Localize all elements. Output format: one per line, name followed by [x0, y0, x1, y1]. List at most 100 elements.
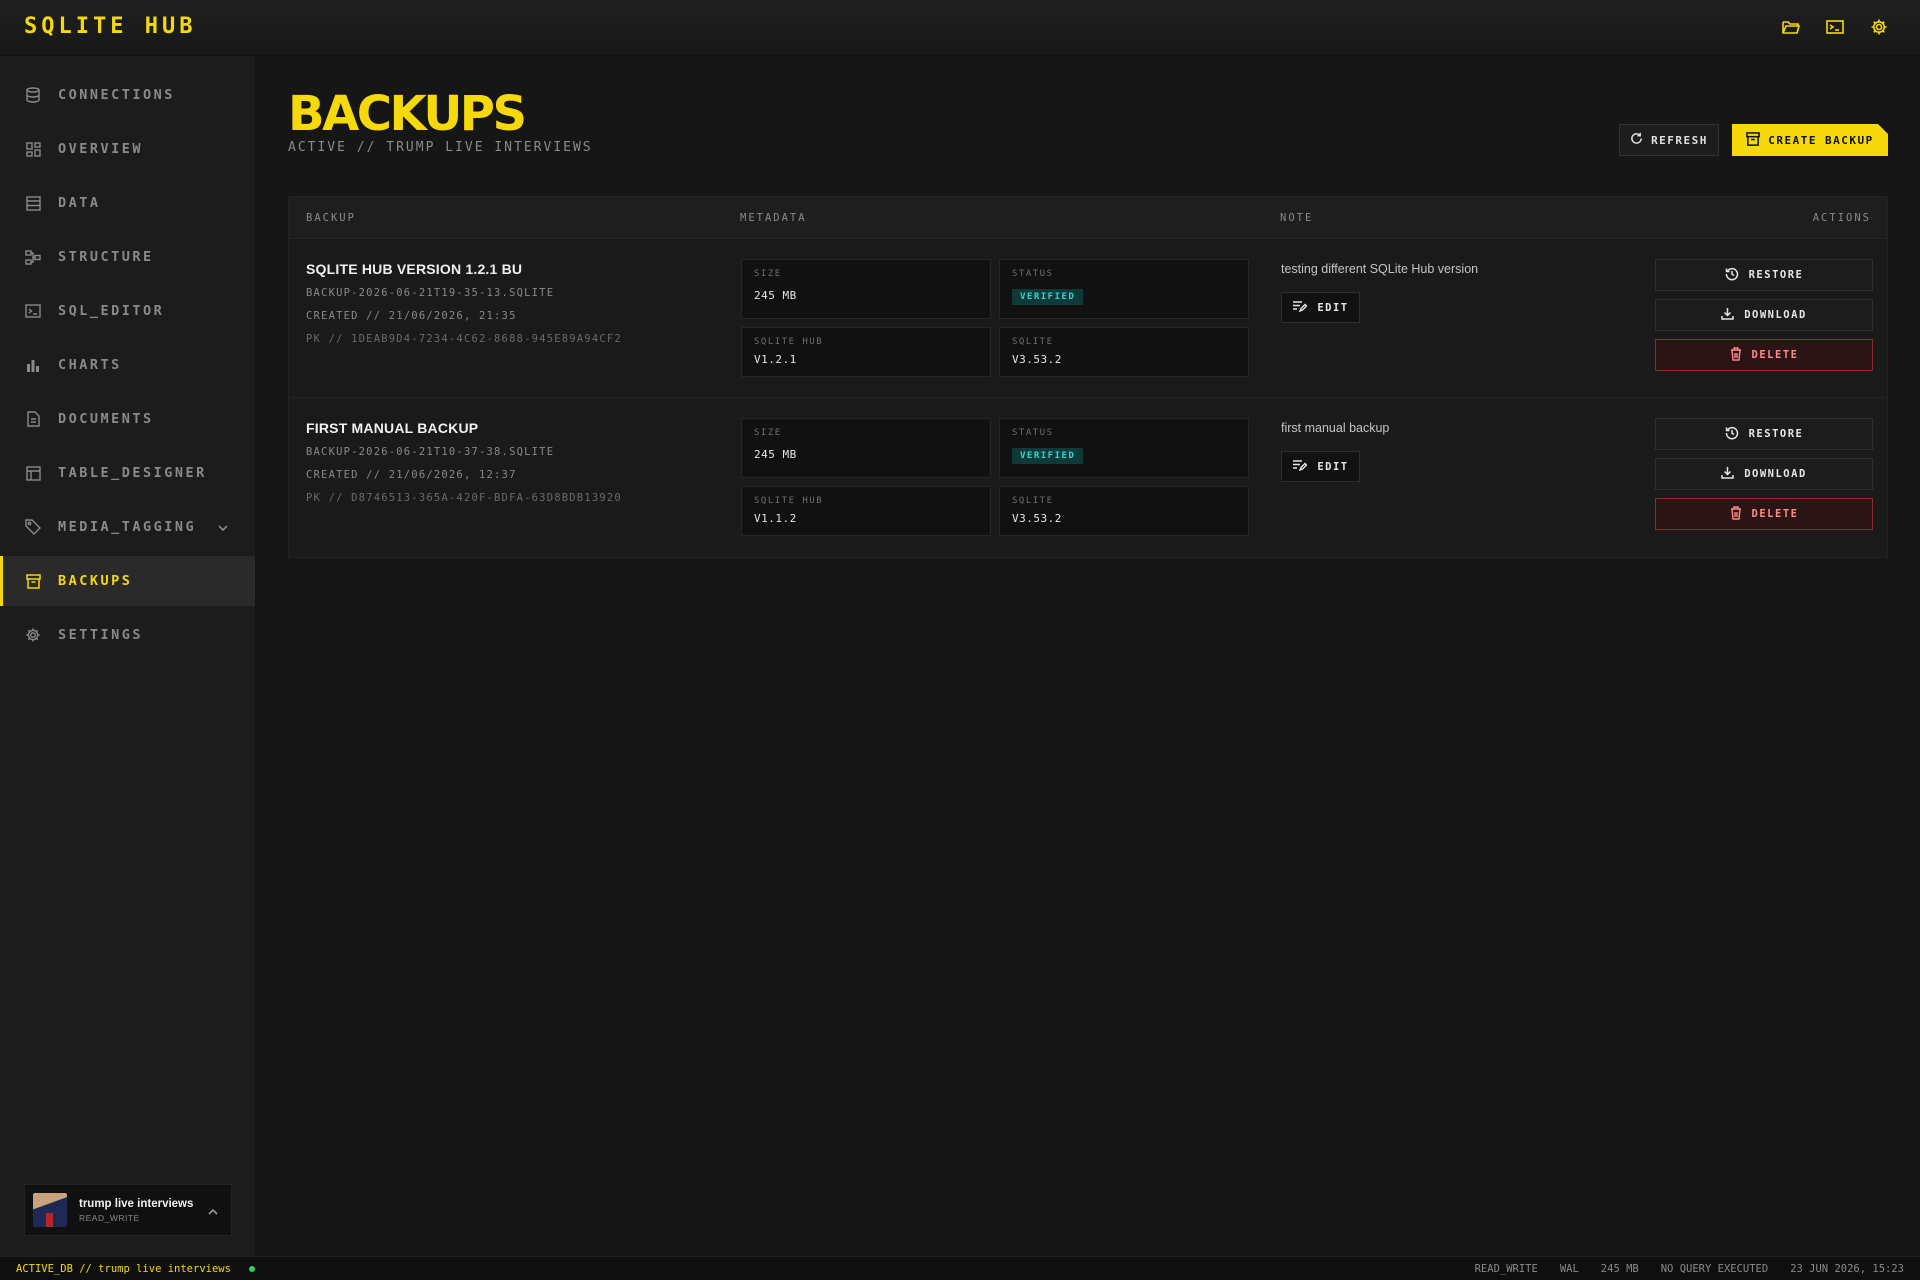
refresh-button[interactable]: REFRESH: [1619, 124, 1719, 156]
restore-button[interactable]: RESTORE: [1655, 418, 1873, 450]
column-header-backup: BACKUP: [306, 212, 356, 224]
backup-filename: BACKUP-2026-06-21T19-35-13.SQLITE: [306, 287, 555, 299]
status-info: READ_WRITE WAL 245 MB NO QUERY EXECUTED …: [1475, 1263, 1904, 1275]
chevron-up-icon[interactable]: [207, 1203, 219, 1221]
sidebar-item-sql-editor[interactable]: SQL_EDITOR: [0, 286, 255, 336]
meta-label: SIZE: [754, 269, 782, 279]
edit-note-button[interactable]: EDIT: [1281, 292, 1360, 323]
connection-status-dot: [248, 1266, 255, 1272]
top-actions: [1780, 16, 1890, 38]
download-label: DOWNLOAD: [1744, 309, 1807, 321]
sidebar-item-structure[interactable]: STRUCTURE: [0, 232, 255, 282]
column-header-note: NOTE: [1280, 212, 1314, 224]
history-icon: [1725, 426, 1739, 443]
sidebar-item-backups[interactable]: BACKUPS: [0, 556, 255, 606]
terminal-icon[interactable]: [1824, 16, 1846, 38]
meta-label: STATUS: [1012, 428, 1054, 438]
bar-chart-icon: [24, 356, 42, 374]
sidebar-item-media-tagging[interactable]: MEDIA_TAGGING: [0, 502, 255, 552]
archive-icon: [1746, 132, 1760, 149]
sidebar-item-charts[interactable]: CHARTS: [0, 340, 255, 390]
table-row: FIRST MANUAL BACKUP BACKUP-2026-06-21T10…: [289, 398, 1887, 557]
column-header-actions: ACTIONS: [1812, 212, 1871, 224]
delete-button[interactable]: DELETE: [1655, 339, 1873, 371]
edit-note-button[interactable]: EDIT: [1281, 451, 1360, 482]
sidebar: CONNECTIONS OVERVIEW DATA STRUCTURE SQL_…: [0, 56, 256, 1256]
gear-icon: [24, 626, 42, 644]
sidebar-nav: CONNECTIONS OVERVIEW DATA STRUCTURE SQL_…: [0, 70, 255, 660]
delete-button[interactable]: DELETE: [1655, 498, 1873, 530]
status-active-db: ACTIVE_DB // trump live interviews: [16, 1263, 255, 1275]
meta-status: STATUS VERIFIED: [999, 418, 1249, 478]
top-bar: SQLITE HUB: [0, 0, 1920, 56]
meta-label: SIZE: [754, 428, 782, 438]
database-mode: READ_WRITE: [79, 1212, 140, 1223]
active-db-label: ACTIVE_DB // trump live interviews: [16, 1263, 231, 1275]
meta-value: V1.2.1: [754, 353, 797, 366]
active-database-card[interactable]: trump live interviews READ_WRITE: [24, 1184, 232, 1236]
status-journal: WAL: [1559, 1263, 1579, 1275]
meta-label: SQLITE HUB: [754, 337, 824, 347]
meta-status: STATUS VERIFIED: [999, 259, 1249, 319]
create-backup-button[interactable]: CREATE BACKUP: [1732, 124, 1888, 156]
download-button[interactable]: DOWNLOAD: [1655, 458, 1873, 490]
sidebar-item-label: TABLE_DESIGNER: [58, 465, 207, 481]
edit-icon: [1292, 300, 1308, 315]
table-header: BACKUP METADATA NOTE ACTIONS: [289, 197, 1887, 239]
page-title: BACKUPS: [288, 86, 527, 142]
meta-value: 245 MB: [754, 289, 797, 302]
sidebar-item-label: DOCUMENTS: [58, 411, 154, 427]
meta-sqlite-hub-version: SQLITE HUB V1.2.1: [741, 327, 991, 377]
backup-created: CREATED // 21/06/2026, 12:37: [306, 469, 517, 481]
app-brand: SQLITE HUB: [24, 14, 197, 39]
trash-icon: [1730, 505, 1742, 523]
download-button[interactable]: DOWNLOAD: [1655, 299, 1873, 331]
refresh-label: REFRESH: [1651, 133, 1708, 147]
sidebar-item-overview[interactable]: OVERVIEW: [0, 124, 255, 174]
sidebar-item-label: OVERVIEW: [58, 141, 144, 157]
structure-icon: [24, 248, 42, 266]
sidebar-item-label: DATA: [58, 195, 101, 211]
delete-label: DELETE: [1751, 349, 1799, 361]
backup-pk: PK // 1DEAB9D4-7234-4C62-8688-945E89A94C…: [306, 333, 622, 345]
folder-open-icon[interactable]: [1780, 16, 1802, 38]
sidebar-item-label: BACKUPS: [58, 573, 133, 589]
status-badge: VERIFIED: [1012, 448, 1084, 464]
sidebar-item-settings[interactable]: SETTINGS: [0, 610, 255, 660]
meta-size: SIZE 245 MB: [741, 259, 991, 319]
download-icon: [1721, 307, 1734, 323]
sidebar-item-documents[interactable]: DOCUMENTS: [0, 394, 255, 444]
sidebar-item-label: SETTINGS: [58, 627, 144, 643]
restore-button[interactable]: RESTORE: [1655, 259, 1873, 291]
status-query: NO QUERY EXECUTED: [1660, 1263, 1769, 1275]
sidebar-item-connections[interactable]: CONNECTIONS: [0, 70, 255, 120]
backup-title: FIRST MANUAL BACKUP: [306, 420, 479, 436]
database-name: trump live interviews: [79, 1197, 194, 1210]
database-info: trump live interviews READ_WRITE: [79, 1198, 193, 1223]
backup-pk: PK // D8746513-365A-420F-BDFA-63D8BDB139…: [306, 492, 622, 504]
page-subtitle: ACTIVE // TRUMP LIVE INTERVIEWS: [288, 140, 593, 155]
gear-icon[interactable]: [1868, 16, 1890, 38]
restore-label: RESTORE: [1748, 428, 1804, 440]
edit-label: EDIT: [1317, 301, 1349, 314]
sidebar-item-label: STRUCTURE: [58, 249, 154, 265]
status-size: 245 MB: [1600, 1263, 1639, 1275]
sidebar-item-data[interactable]: DATA: [0, 178, 255, 228]
trash-icon: [1730, 346, 1742, 364]
history-icon: [1725, 267, 1739, 284]
meta-label: SQLITE HUB: [754, 496, 824, 506]
meta-sqlite-version: SQLITE V3.53.2: [999, 486, 1249, 536]
database-avatar: [33, 1193, 67, 1227]
backup-filename: BACKUP-2026-06-21T10-37-38.SQLITE: [306, 446, 555, 458]
sidebar-item-table-designer[interactable]: TABLE_DESIGNER: [0, 448, 255, 498]
chevron-down-icon[interactable]: [217, 519, 229, 537]
backups-table: BACKUP METADATA NOTE ACTIONS SQLITE HUB …: [288, 196, 1888, 558]
meta-value: V3.53.2: [1012, 353, 1062, 366]
meta-value: V3.53.2: [1012, 512, 1062, 525]
meta-sqlite-hub-version: SQLITE HUB V1.1.2: [741, 486, 991, 536]
archive-icon: [24, 572, 42, 590]
status-datetime: 23 JUN 2026, 15:23: [1790, 1263, 1904, 1275]
meta-size: SIZE 245 MB: [741, 418, 991, 478]
edit-label: EDIT: [1317, 460, 1349, 473]
terminal-icon: [24, 302, 42, 320]
